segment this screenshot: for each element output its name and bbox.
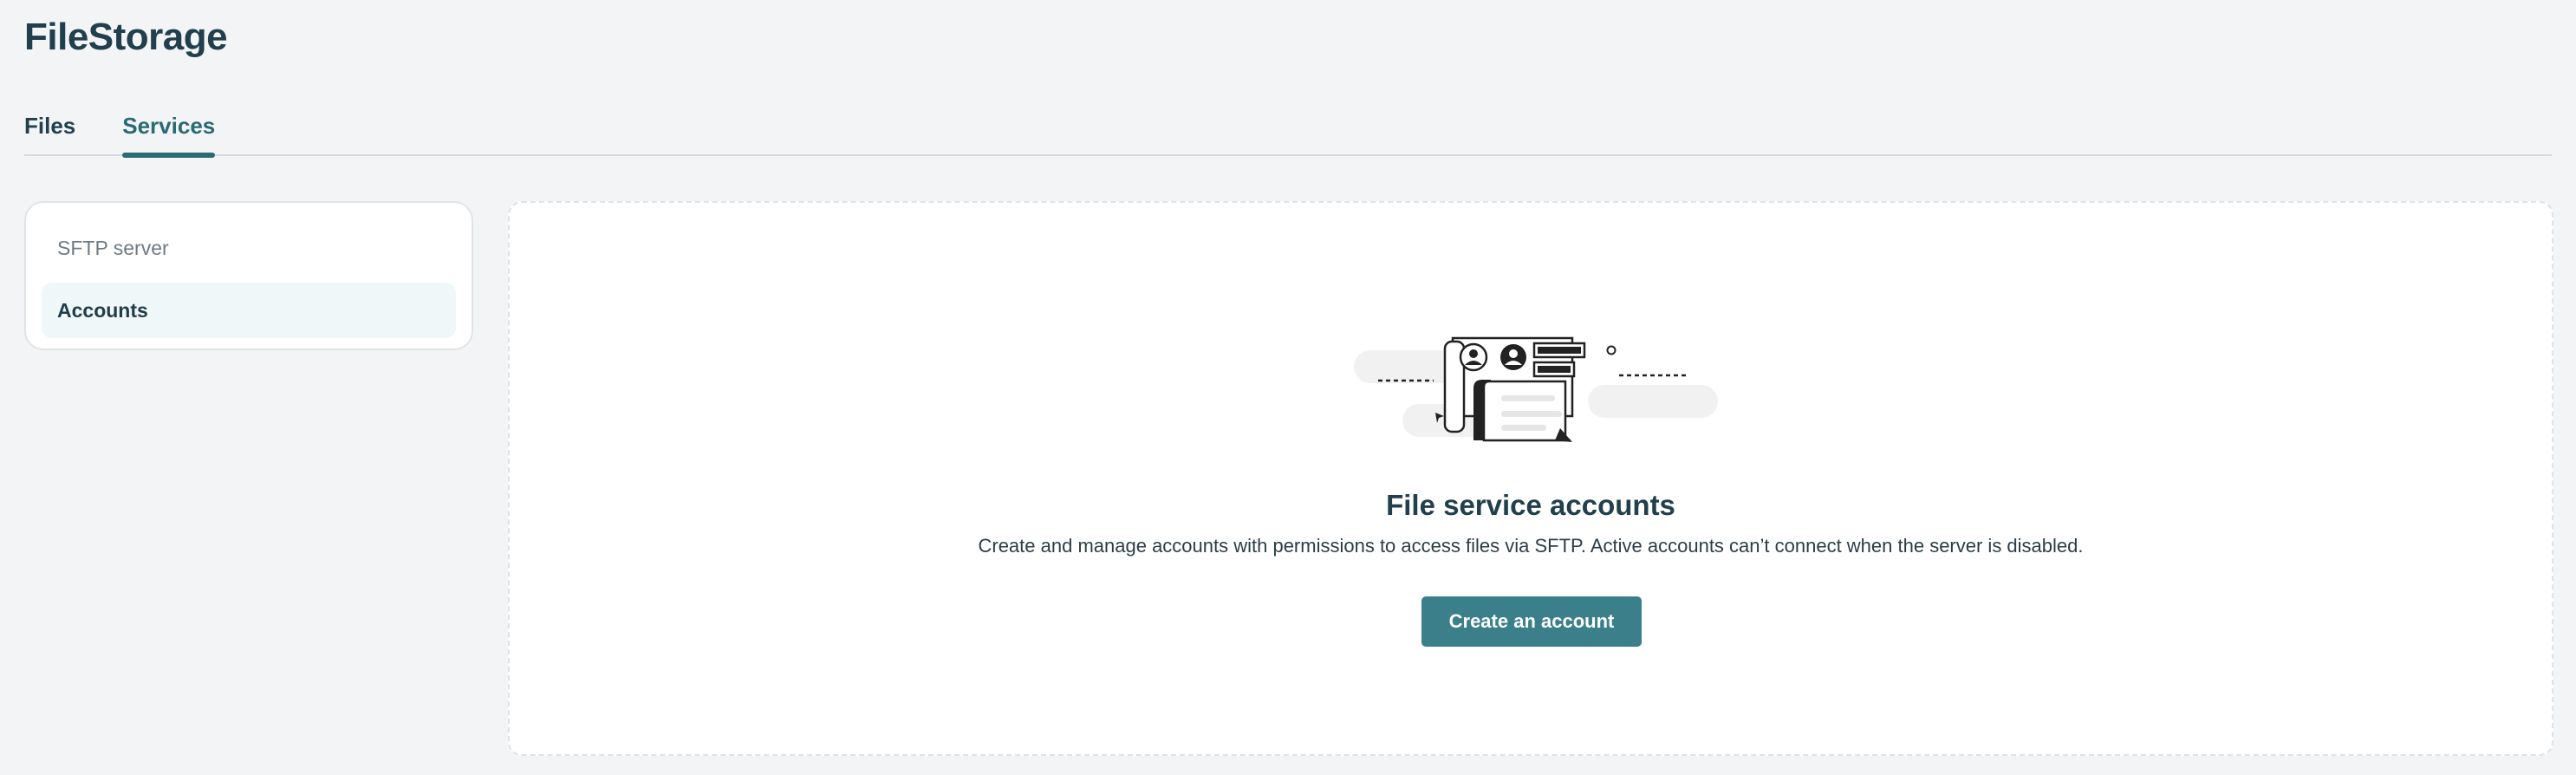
sidebar-item-accounts[interactable]: Accounts [42,283,456,338]
sidebar-item-sftp-server[interactable]: SFTP server [42,220,456,276]
empty-state-title: File service accounts [1386,489,1675,521]
tab-files[interactable]: Files [24,111,75,156]
page-title: FileStorage [24,16,228,58]
empty-state-panel: File service accounts Create and manage … [508,201,2553,756]
accounts-illustration-icon [1354,336,1718,442]
create-account-button[interactable]: Create an account [1421,596,1642,647]
empty-state-description: Create and manage accounts with permissi… [978,535,2084,557]
tab-bar: Files Services [24,111,2552,158]
page: FileStorage Files Services SFTP server A… [0,0,2576,775]
services-sidebar: SFTP server Accounts [24,201,473,350]
tab-services[interactable]: Services [122,111,215,158]
